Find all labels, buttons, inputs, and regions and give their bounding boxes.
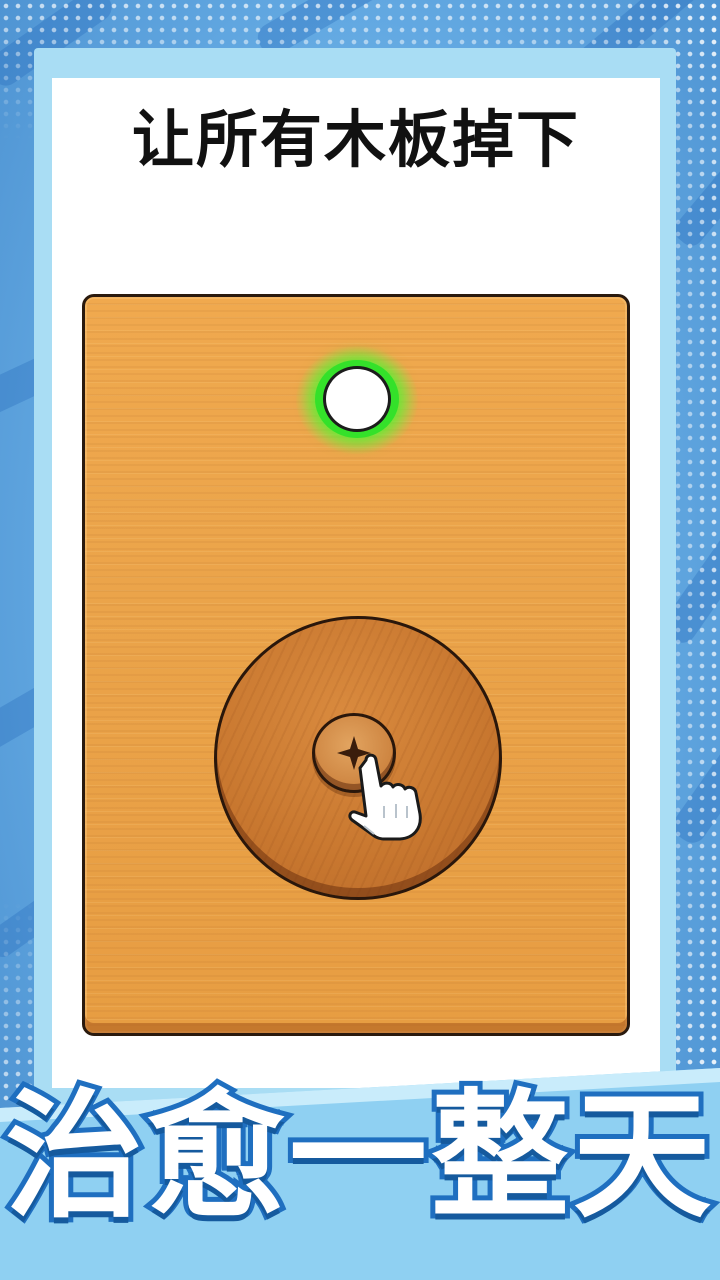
tap-hand-icon — [348, 753, 422, 841]
level-instruction: 让所有木板掉下 — [131, 103, 580, 176]
game-stage: 让所有木板掉下 治愈一整天 — [0, 0, 720, 1280]
empty-hole-icon[interactable] — [323, 366, 391, 432]
promo-slogan: 治愈一整天 — [0, 1076, 716, 1237]
